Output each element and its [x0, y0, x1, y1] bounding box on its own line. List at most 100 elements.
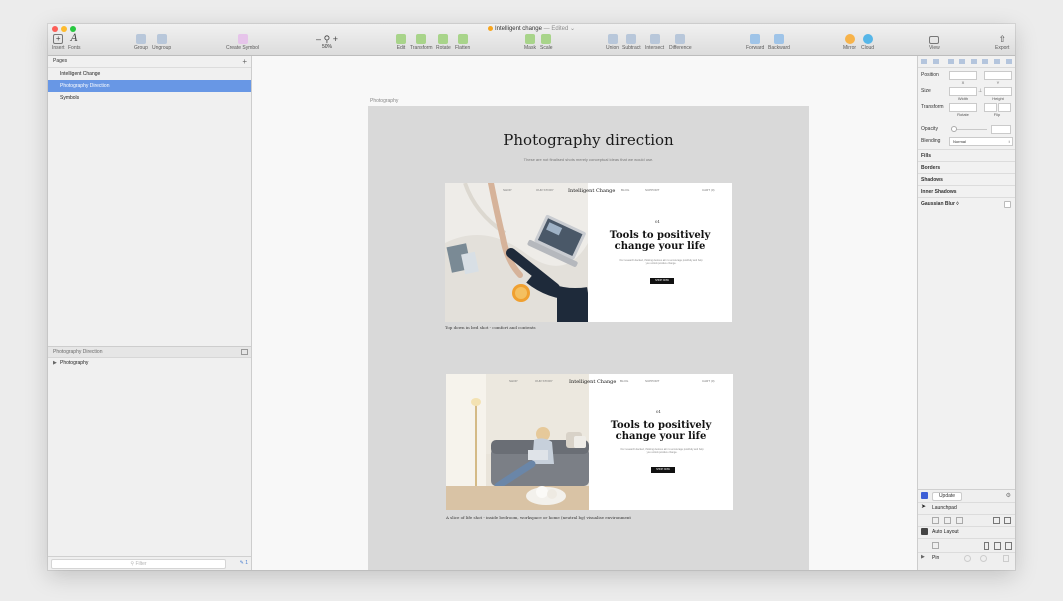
filter-input[interactable]: ⚲ Filter	[51, 559, 226, 569]
position-x-input[interactable]	[949, 71, 977, 80]
launchpad-action-icon[interactable]	[993, 517, 1000, 524]
insert-button[interactable]: + Insert	[52, 34, 65, 51]
mirror-button[interactable]: Mirror	[843, 34, 856, 51]
auto-layout-action-icon[interactable]	[1005, 542, 1012, 550]
mock-nav: SHOP OUR STORY Intelligent Change BLOG S…	[503, 188, 715, 194]
cloud-button[interactable]: Cloud	[861, 34, 874, 51]
scale-icon	[541, 34, 552, 44]
blending-select[interactable]: Normal ↕	[949, 137, 1013, 146]
launchpad-action-icon[interactable]	[932, 517, 939, 524]
mock-body-text: Our research-backed, thinking devices ai…	[620, 448, 704, 454]
auto-layout-action-icon[interactable]	[984, 542, 989, 550]
width-input[interactable]	[949, 87, 977, 96]
ungroup-button[interactable]: Ungroup	[152, 34, 171, 51]
pin-row[interactable]: ▶ Pin	[918, 552, 1015, 564]
photo-living-room	[446, 374, 589, 510]
auto-layout-icon	[921, 528, 928, 535]
transform-label: Transform	[921, 104, 944, 110]
edited-status: Edited ⌄	[551, 26, 576, 32]
subtract-button[interactable]: Subtract	[622, 34, 641, 51]
backward-button[interactable]: Backward	[768, 34, 790, 51]
auto-layout-action-icon[interactable]	[932, 542, 939, 549]
mock-headline: Tools to positively change your life	[609, 230, 711, 252]
launchpad-action-icon[interactable]	[1004, 517, 1011, 524]
pin-option-icon[interactable]	[1003, 555, 1009, 562]
mirror-icon	[844, 34, 855, 44]
disclosure-arrow-icon[interactable]: ▶	[53, 358, 57, 368]
blur-checkbox[interactable]	[1004, 201, 1011, 208]
align-bottom-icon[interactable]	[982, 59, 988, 64]
mock-number: 01	[656, 409, 662, 414]
union-button[interactable]: Union	[606, 34, 619, 51]
pin-option-icon[interactable]	[964, 555, 971, 562]
collapse-pages-icon[interactable]	[241, 349, 248, 355]
mock-headline: Tools to positively change your life	[610, 420, 712, 442]
page-item-intelligent-change[interactable]: Intelligent Change	[48, 68, 251, 80]
scale-button[interactable]: Scale	[540, 34, 553, 51]
flatten-button[interactable]: Flatten	[455, 34, 470, 51]
pin-option-icon[interactable]	[980, 555, 987, 562]
auto-layout-actions	[918, 538, 1015, 553]
page-item-photography-direction[interactable]: Photography Direction	[48, 80, 251, 92]
align-top-icon[interactable]	[959, 59, 965, 64]
create-symbol-button[interactable]: Create Symbol	[226, 34, 259, 51]
launchpad-action-icon[interactable]	[956, 517, 963, 524]
canvas[interactable]: Photography Photography direction These …	[252, 56, 917, 570]
layer-artboard-photography[interactable]: ▶ Photography	[48, 358, 251, 368]
forward-button[interactable]: Forward	[746, 34, 764, 51]
fonts-icon: A	[70, 33, 78, 44]
rotate-button[interactable]: Rotate	[436, 34, 451, 51]
align-center-icon[interactable]	[933, 59, 939, 64]
intersect-icon	[649, 34, 660, 44]
view-button[interactable]: View	[929, 34, 940, 51]
group-button[interactable]: Group	[134, 34, 148, 51]
edit-button[interactable]: Edit	[396, 34, 406, 51]
mask-button[interactable]: Mask	[524, 34, 536, 51]
lock-ratio-icon[interactable]: ⊥	[978, 88, 982, 94]
mock-shop-now-button: SHOP NOW	[651, 467, 675, 473]
disclosure-arrow-icon[interactable]: ▶	[921, 554, 928, 561]
update-button[interactable]: Update	[932, 492, 962, 501]
union-icon	[607, 34, 618, 44]
settings-gear-icon[interactable]: ⚙	[1006, 492, 1011, 499]
artboard-photography[interactable]: Photography direction These are not fina…	[368, 106, 809, 570]
website-mockup-1[interactable]: SHOP OUR STORY Intelligent Change BLOG S…	[445, 183, 732, 322]
align-middle-icon[interactable]	[971, 59, 977, 64]
difference-button[interactable]: Difference	[669, 34, 692, 51]
mock-brand: Intelligent Change	[568, 188, 616, 194]
layer-count: ✎ 1	[239, 560, 248, 566]
flatten-icon	[457, 34, 468, 44]
height-input[interactable]	[984, 87, 1012, 96]
add-page-button[interactable]: +	[242, 56, 247, 67]
zoom-in-button[interactable]: +	[333, 34, 338, 44]
distribute-horizontal-icon[interactable]	[994, 59, 1000, 64]
export-button[interactable]: ⇧ Export	[995, 34, 1009, 51]
chevron-updown-icon: ↕	[1008, 139, 1010, 144]
distribute-vertical-icon[interactable]	[1006, 59, 1012, 64]
align-right-icon[interactable]	[948, 59, 954, 64]
transform-button[interactable]: Transform	[410, 34, 433, 51]
gaussian-blur-section[interactable]: Gaussian Blur ◊	[918, 197, 1015, 210]
edit-layers-icon[interactable]: ✎	[240, 560, 244, 566]
artboard-label[interactable]: Photography	[370, 98, 398, 104]
flip-horizontal-button[interactable]	[984, 103, 997, 112]
rotate-input[interactable]	[949, 103, 977, 112]
fonts-button[interactable]: A Fonts	[68, 33, 81, 52]
opacity-label: Opacity	[921, 126, 938, 132]
zoom-level: 50%	[321, 44, 332, 50]
page-item-symbols[interactable]: Symbols	[48, 92, 251, 104]
blending-label: Blending	[921, 138, 941, 144]
position-y-input[interactable]	[984, 71, 1012, 80]
intersect-button[interactable]: Intersect	[645, 34, 664, 51]
alignment-toolbar	[918, 56, 1015, 68]
website-mockup-2[interactable]: SHOP OUR STORY Intelligent Change BLOG S…	[446, 374, 733, 510]
document-name: Intelligent change	[494, 26, 542, 32]
auto-layout-action-icon[interactable]	[994, 542, 1001, 550]
edit-icon	[396, 34, 406, 44]
opacity-slider-knob[interactable]	[951, 126, 957, 132]
align-left-icon[interactable]	[921, 59, 927, 64]
zoom-out-button[interactable]: –	[316, 34, 321, 44]
opacity-input[interactable]	[991, 125, 1011, 134]
flip-vertical-button[interactable]	[998, 103, 1011, 112]
launchpad-action-icon[interactable]	[944, 517, 951, 524]
